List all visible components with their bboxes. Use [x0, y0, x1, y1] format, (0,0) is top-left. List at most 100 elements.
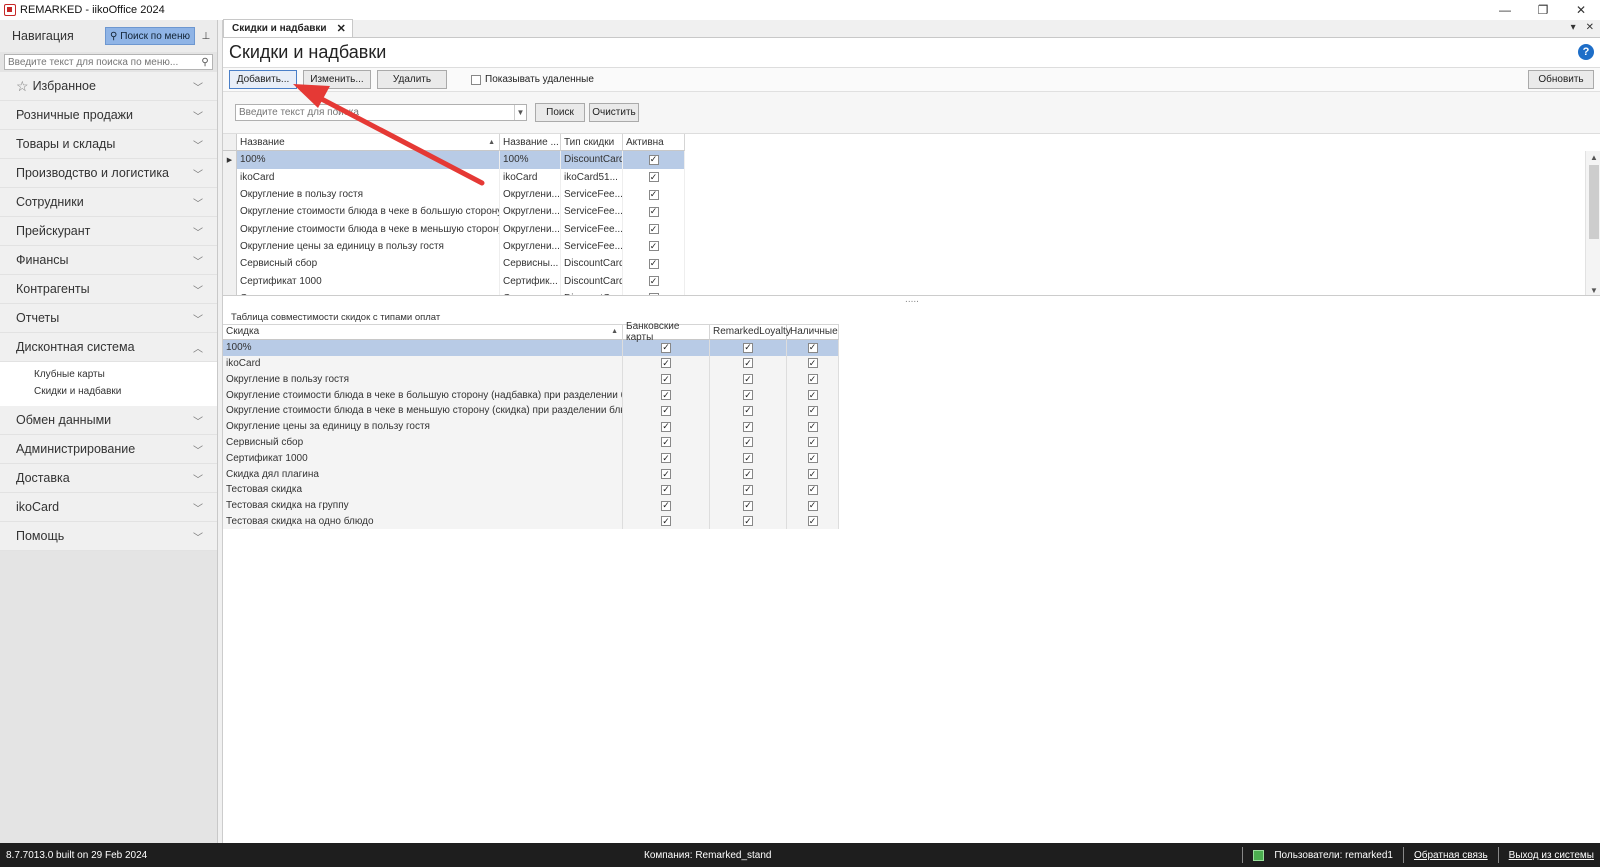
close-icon[interactable]: ✕ — [337, 22, 346, 35]
add-button[interactable]: Добавить... — [229, 70, 297, 89]
active-checkbox[interactable]: ✓ — [648, 293, 659, 295]
panel-splitter[interactable]: ..... — [223, 295, 1600, 305]
cell-cash[interactable]: ✓ — [787, 513, 839, 530]
nav-item-finance[interactable]: Финансы ﹀ — [0, 246, 217, 275]
bank-cards-checkbox[interactable]: ✓ — [661, 516, 671, 527]
cell-active[interactable]: ✓ — [623, 237, 685, 256]
cell-cash[interactable]: ✓ — [787, 466, 839, 482]
nav-item-administration[interactable]: Администрирование ﹀ — [0, 435, 217, 464]
cell-remarked-loyalty[interactable]: ✓ — [710, 402, 787, 419]
table-row[interactable]: Округление цены за единицу в пользу гост… — [223, 237, 1600, 256]
bank-cards-checkbox[interactable]: ✓ — [661, 390, 671, 401]
cash-checkbox[interactable]: ✓ — [807, 342, 818, 353]
nav-item-discount-system[interactable]: Дисконтная система ︿ — [0, 333, 217, 362]
cash-checkbox[interactable]: ✓ — [807, 453, 818, 464]
column-header-name2[interactable]: Название ... — [500, 134, 561, 152]
cell-remarked-loyalty[interactable]: ✓ — [710, 434, 787, 451]
cell-bank-cards[interactable]: ✓ — [623, 497, 710, 514]
cash-checkbox[interactable]: ✓ — [807, 484, 818, 495]
search-button[interactable]: Поиск — [535, 103, 585, 122]
nav-item-retail[interactable]: Розничные продажи ﹀ — [0, 101, 217, 130]
scroll-up-icon[interactable]: ▲ — [1586, 151, 1600, 163]
remarked-loyalty-checkbox[interactable]: ✓ — [743, 500, 753, 511]
table-row[interactable]: Округление стоимости блюда в чеке в мень… — [223, 402, 1600, 419]
table-row[interactable]: Сертификат 1000 Сертифик... DiscountCard ✓ — [223, 272, 1600, 290]
remarked-loyalty-checkbox[interactable]: ✓ — [743, 405, 753, 416]
tab-list-icon[interactable]: ▾ — [1571, 22, 1576, 33]
table-row[interactable]: Тестовая скидка на одно блюдо ✓ ✓ ✓ — [223, 513, 1600, 530]
nav-item-goods[interactable]: Товары и склады ﹀ — [0, 130, 217, 159]
dropdown-arrow-icon[interactable]: ▼ — [514, 105, 526, 120]
bank-cards-checkbox[interactable]: ✓ — [661, 342, 671, 353]
column-header-type[interactable]: Тип скидки — [561, 134, 623, 152]
edit-button[interactable]: Изменить... — [303, 70, 371, 89]
table-row[interactable]: Скидка дял плагина ✓ ✓ ✓ — [223, 466, 1600, 482]
cash-checkbox[interactable]: ✓ — [807, 469, 818, 480]
table-row[interactable]: Округление цены за единицу в пользу гост… — [223, 418, 1600, 435]
nav-item-counterparties[interactable]: Контрагенты ﹀ — [0, 275, 217, 304]
vertical-scrollbar[interactable]: ▲ ▼ — [1585, 151, 1600, 295]
table-row[interactable]: ikoCard ikoCard ikoCard51... ✓ — [223, 168, 1600, 186]
cell-bank-cards[interactable]: ✓ — [623, 355, 710, 372]
minimize-button[interactable]: — — [1486, 0, 1524, 20]
cell-cash[interactable]: ✓ — [787, 355, 839, 372]
cell-remarked-loyalty[interactable]: ✓ — [710, 497, 787, 514]
column-header-bank-cards[interactable]: Банковские карты — [623, 321, 710, 343]
search-icon[interactable]: ⚲ — [198, 55, 212, 69]
remarked-loyalty-checkbox[interactable]: ✓ — [743, 437, 753, 448]
bank-cards-checkbox[interactable]: ✓ — [661, 500, 671, 511]
cash-checkbox[interactable]: ✓ — [807, 374, 818, 385]
cell-bank-cards[interactable]: ✓ — [623, 450, 710, 467]
nav-search-input[interactable] — [5, 55, 198, 69]
table-row[interactable]: ikoCard ✓ ✓ ✓ — [223, 355, 1600, 372]
logout-link[interactable]: Выход из системы — [1509, 850, 1594, 861]
cell-bank-cards[interactable]: ✓ — [623, 402, 710, 419]
tab-discounts[interactable]: Скидки и надбавки ✕ — [223, 19, 353, 37]
table-row[interactable]: Сервисный сбор ✓ ✓ ✓ — [223, 434, 1600, 451]
cell-active[interactable]: ✓ — [623, 289, 685, 295]
nav-item-data-exchange[interactable]: Обмен данными ﹀ — [0, 406, 217, 435]
cell-bank-cards[interactable]: ✓ — [623, 466, 710, 482]
scroll-down-icon[interactable]: ▼ — [1586, 284, 1600, 295]
close-window-button[interactable]: ✕ — [1562, 0, 1600, 20]
nav-item-employees[interactable]: Сотрудники ﹀ — [0, 188, 217, 217]
nav-item-favorites[interactable]: ☆ Избранное ﹀ — [0, 72, 217, 101]
cell-remarked-loyalty[interactable]: ✓ — [710, 513, 787, 530]
remarked-loyalty-checkbox[interactable]: ✓ — [743, 342, 753, 353]
bank-cards-checkbox[interactable]: ✓ — [661, 469, 671, 480]
cell-remarked-loyalty[interactable]: ✓ — [710, 450, 787, 467]
cell-active[interactable]: ✓ — [623, 203, 685, 221]
column-header-remarked-loyalty[interactable]: RemarkedLoyalty — [710, 324, 791, 340]
remarked-loyalty-checkbox[interactable]: ✓ — [743, 374, 753, 385]
nav-item-production[interactable]: Производство и логистика ﹀ — [0, 159, 217, 188]
table-row[interactable]: Тестовая скидка на группу ✓ ✓ ✓ — [223, 497, 1600, 514]
bank-cards-checkbox[interactable]: ✓ — [661, 453, 671, 464]
cash-checkbox[interactable]: ✓ — [807, 516, 818, 527]
cell-remarked-loyalty[interactable]: ✓ — [710, 355, 787, 372]
active-checkbox[interactable]: ✓ — [648, 189, 659, 200]
nav-item-delivery[interactable]: Доставка ﹀ — [0, 464, 217, 493]
bank-cards-checkbox[interactable]: ✓ — [661, 437, 671, 448]
remarked-loyalty-checkbox[interactable]: ✓ — [743, 390, 753, 401]
cash-checkbox[interactable]: ✓ — [807, 358, 818, 369]
nav-subitem-discounts[interactable]: Скидки и надбавки — [0, 383, 217, 400]
refresh-button[interactable]: Обновить — [1528, 70, 1594, 89]
cash-checkbox[interactable]: ✓ — [807, 437, 818, 448]
active-checkbox[interactable]: ✓ — [648, 224, 659, 235]
table-row[interactable]: Округление стоимости блюда в чеке в мень… — [223, 220, 1600, 238]
cell-remarked-loyalty[interactable]: ✓ — [710, 418, 787, 435]
cell-cash[interactable]: ✓ — [787, 434, 839, 451]
table-row[interactable]: Округление в пользу гостя Округлени... Ser… — [223, 185, 1600, 204]
cell-active[interactable]: ✓ — [623, 151, 685, 169]
table-row[interactable]: Тестовая скидка ✓ ✓ ✓ — [223, 481, 1600, 498]
cell-bank-cards[interactable]: ✓ — [623, 371, 710, 388]
nav-item-ikocard[interactable]: ikoCard ﹀ — [0, 493, 217, 522]
table-row[interactable]: ▶ 100% 100% DiscountCard ✓ — [223, 151, 1600, 169]
cell-active[interactable]: ✓ — [623, 255, 685, 273]
cell-cash[interactable]: ✓ — [787, 339, 839, 356]
remarked-loyalty-checkbox[interactable]: ✓ — [743, 358, 753, 369]
cell-active[interactable]: ✓ — [623, 272, 685, 290]
column-header-cash[interactable]: Наличные — [787, 324, 839, 340]
cell-remarked-loyalty[interactable]: ✓ — [710, 371, 787, 388]
cell-cash[interactable]: ✓ — [787, 497, 839, 514]
